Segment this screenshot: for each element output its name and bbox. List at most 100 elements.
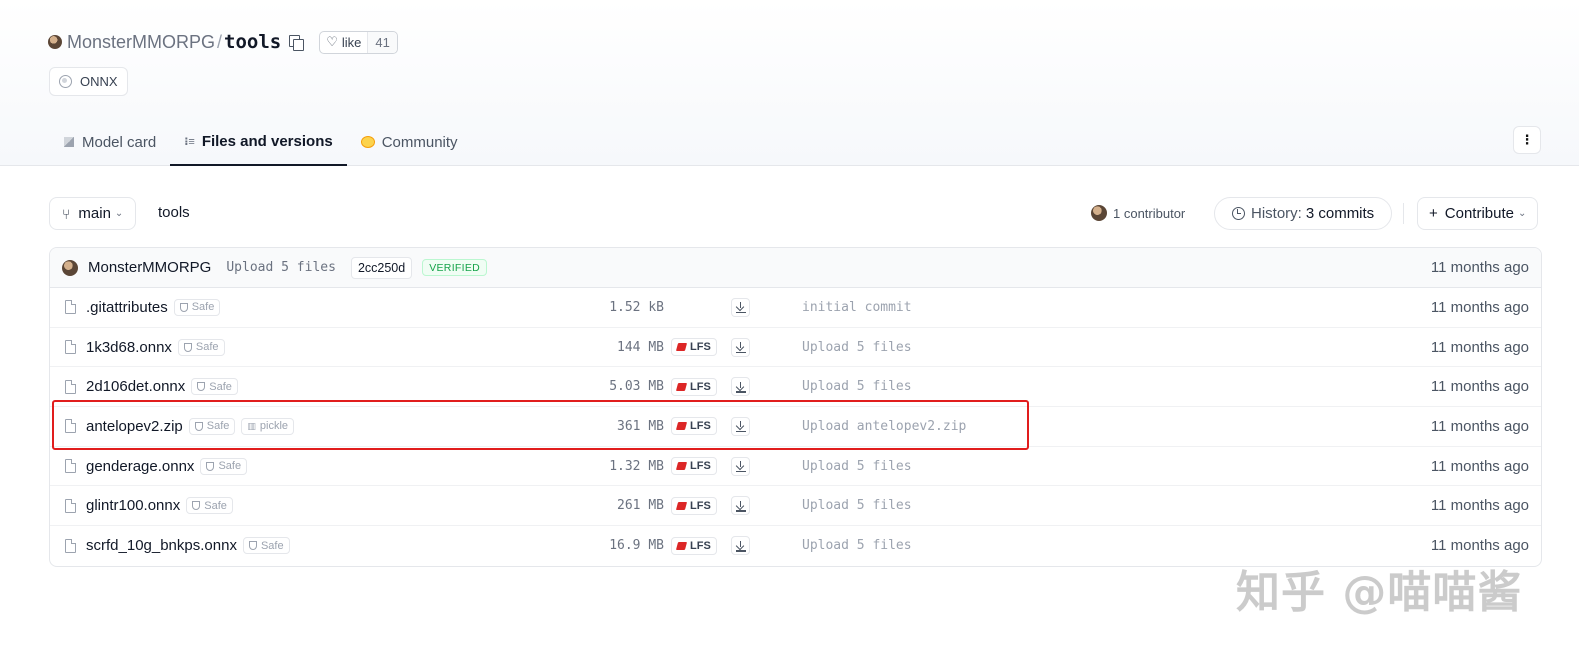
file-row: .gitattributes Safe 1.52 kB initial comm…	[50, 288, 1541, 328]
file-size: 5.03 MB	[609, 379, 664, 395]
contributor-avatar	[1091, 205, 1107, 221]
file-size: 361 MB	[617, 418, 664, 434]
file-time: 11 months ago	[1430, 298, 1529, 316]
tab-label: Model card	[82, 133, 157, 151]
breadcrumb[interactable]: tools	[158, 204, 190, 221]
download-button[interactable]	[731, 377, 750, 397]
file-name-link[interactable]: 1k3d68.onnx	[86, 339, 172, 356]
safe-badge[interactable]: Safe	[188, 417, 236, 435]
file-commit-message[interactable]: Upload 5 files	[802, 340, 912, 355]
lfs-icon	[675, 382, 688, 391]
download-button[interactable]	[731, 297, 750, 317]
lfs-icon	[675, 501, 688, 510]
safe-badge[interactable]: Safe	[200, 457, 248, 475]
onnx-icon	[59, 75, 72, 88]
safe-badge[interactable]: Safe	[242, 537, 290, 555]
safe-label: Safe	[218, 460, 242, 473]
file-size: 1.52 kB	[609, 299, 664, 315]
tag-onnx[interactable]: ONNX	[49, 67, 128, 96]
repo-name-link[interactable]: tools	[224, 31, 281, 53]
file-name-link[interactable]: .gitattributes	[86, 299, 168, 316]
history-commits: 3 commits	[1305, 205, 1375, 222]
file-time: 11 months ago	[1430, 338, 1529, 356]
tab-files-and-versions[interactable]: ⁝≡ Files and versions	[170, 118, 347, 166]
contribute-button[interactable]: + Contribute ⌄	[1417, 197, 1539, 230]
download-button[interactable]	[731, 536, 750, 556]
file-commit-message[interactable]: Upload 5 files	[802, 459, 912, 474]
community-icon	[360, 136, 375, 148]
copy-icon[interactable]	[289, 35, 305, 51]
safe-badge[interactable]: Safe	[177, 338, 225, 356]
pickle-badge[interactable]: ▥ pickle	[241, 417, 295, 435]
safe-badge[interactable]: Safe	[173, 298, 221, 316]
more-options-button[interactable]: ⋮	[1513, 126, 1541, 154]
safe-label: Safe	[260, 539, 284, 552]
download-icon-base	[736, 470, 746, 472]
heart-icon: ♡	[326, 34, 338, 49]
plus-icon: +	[1429, 205, 1438, 222]
owner-avatar[interactable]	[48, 35, 62, 49]
download-button[interactable]	[731, 456, 750, 476]
repo-owner-link[interactable]: MonsterMMORPG	[67, 32, 215, 53]
file-name-link[interactable]: 2d106det.onnx	[86, 378, 185, 395]
file-row: genderage.onnx Safe 1.32 MB LFS Upload 5…	[50, 447, 1541, 487]
file-table: MonsterMMORPG Upload 5 files 2cc250d VER…	[49, 247, 1542, 567]
repo-tabs: Model card ⁝≡ Files and versions Communi…	[50, 118, 472, 166]
download-icon	[736, 381, 745, 392]
tab-model-card[interactable]: Model card	[50, 118, 170, 166]
safe-badge[interactable]: Safe	[191, 378, 238, 396]
download-button[interactable]	[731, 337, 750, 357]
file-row: glintr100.onnx Safe 261 MB LFS Upload 5 …	[50, 486, 1541, 527]
commit-author[interactable]: MonsterMMORPG	[88, 259, 211, 276]
download-icon-base	[736, 430, 746, 433]
history-button[interactable]: History: 3 commits	[1214, 197, 1393, 230]
download-button[interactable]	[731, 496, 750, 516]
lfs-icon	[675, 343, 688, 352]
shield-icon	[197, 382, 206, 392]
branch-selector[interactable]: ⑂ main ⌄	[49, 197, 137, 230]
file-commit-message[interactable]: Upload 5 files	[802, 379, 912, 394]
files-icon: ⁝≡	[184, 135, 195, 148]
toolbar-divider	[1403, 203, 1404, 224]
file-row: 2d106det.onnx Safe 5.03 MB LFS Upload 5 …	[50, 367, 1541, 408]
file-time: 11 months ago	[1430, 497, 1529, 515]
file-commit-message[interactable]: initial commit	[802, 300, 912, 315]
commit-hash[interactable]: 2cc250d	[350, 256, 413, 279]
file-commit-message[interactable]: Upload 5 files	[802, 538, 912, 553]
download-icon-base	[736, 510, 746, 512]
file-row: antelopev2.zip Safe ▥ pickle 361 MB LFS U…	[50, 407, 1541, 447]
file-icon	[65, 538, 76, 553]
file-name-link[interactable]: genderage.onnx	[86, 458, 194, 475]
contribute-label: Contribute	[1444, 205, 1514, 222]
lfs-label: LFS	[690, 341, 711, 354]
contributors-link[interactable]: 1 contributor	[1091, 205, 1185, 221]
shield-icon	[179, 302, 188, 312]
file-commit-message[interactable]: Upload antelopev2.zip	[802, 419, 966, 434]
file-icon	[65, 340, 76, 355]
kebab-icon: ⋮	[1520, 132, 1534, 147]
shield-icon	[206, 461, 215, 471]
lfs-label: LFS	[690, 499, 711, 512]
like-count[interactable]: 41	[367, 31, 397, 53]
commit-message[interactable]: Upload 5 files	[226, 260, 336, 275]
shield-icon	[183, 342, 192, 352]
download-icon	[736, 540, 745, 551]
pickle-icon: ▥	[247, 420, 256, 431]
file-name-link[interactable]: glintr100.onnx	[86, 497, 180, 514]
file-name-link[interactable]: antelopev2.zip	[86, 418, 183, 435]
author-avatar[interactable]	[62, 259, 78, 276]
lfs-label: LFS	[690, 420, 711, 433]
file-size: 261 MB	[617, 498, 664, 514]
watermark: 知乎 @喵喵酱	[1236, 567, 1523, 618]
safe-label: Safe	[209, 380, 232, 393]
download-button[interactable]	[731, 416, 750, 436]
shield-icon	[248, 541, 257, 551]
like-button[interactable]: ♡ like 41	[319, 30, 398, 54]
like-toggle[interactable]: ♡ like	[320, 32, 367, 53]
download-icon-base	[736, 550, 746, 552]
tab-community[interactable]: Community	[347, 118, 472, 166]
file-commit-message[interactable]: Upload 5 files	[802, 498, 912, 513]
safe-badge[interactable]: Safe	[186, 497, 233, 515]
file-name-link[interactable]: scrfd_10g_bnkps.onnx	[86, 537, 237, 554]
lfs-badge: LFS	[671, 377, 717, 396]
